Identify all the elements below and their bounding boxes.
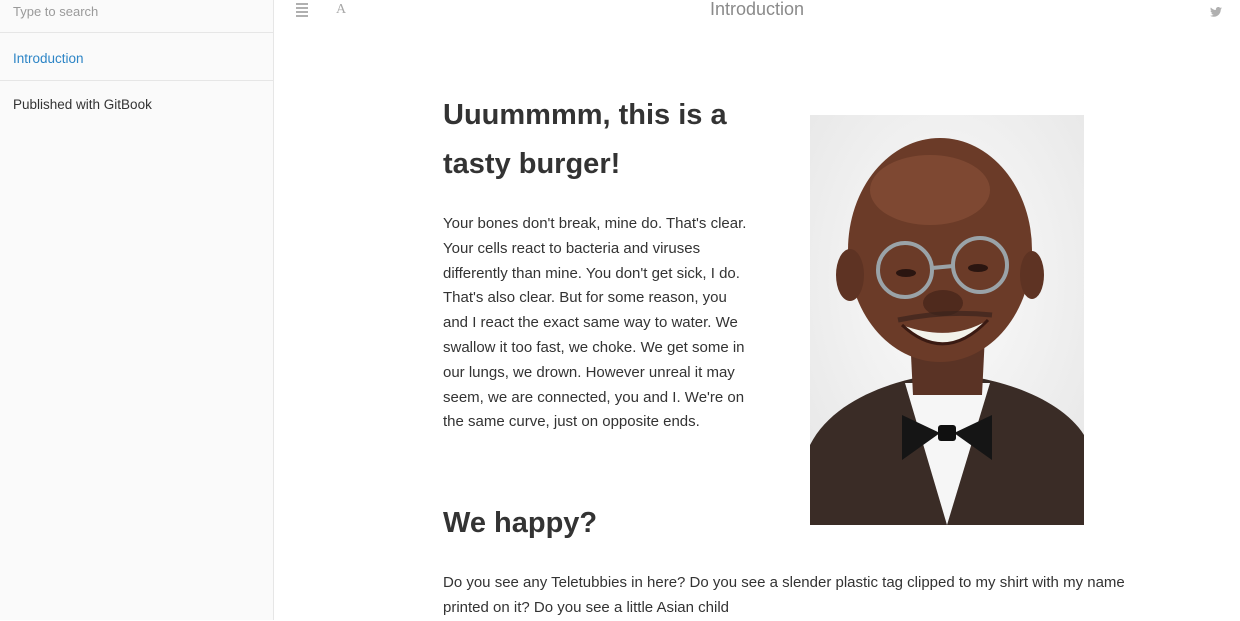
portrait-image: [810, 115, 1084, 525]
page-title: Introduction: [709, 0, 805, 19]
article-paragraph-2: Do you see any Teletubbies in here? Do y…: [443, 574, 1125, 616]
search-bar: [0, 0, 273, 33]
article-paragraph-1: Your bones don't break, mine do. That's …: [443, 215, 747, 431]
article-heading-2: We happy?: [443, 507, 598, 539]
article-heading-1: Uuummmm, this is a tasty burger!: [443, 99, 727, 180]
sidebar: Introduction Published with GitBook: [0, 0, 274, 620]
published-with-gitbook-link[interactable]: Published with GitBook: [0, 81, 273, 112]
header-bar: A Introduction: [274, 0, 1240, 24]
twitter-icon[interactable]: [1210, 5, 1222, 20]
search-input[interactable]: [13, 0, 253, 22]
sidebar-item-introduction[interactable]: Introduction: [0, 33, 273, 81]
